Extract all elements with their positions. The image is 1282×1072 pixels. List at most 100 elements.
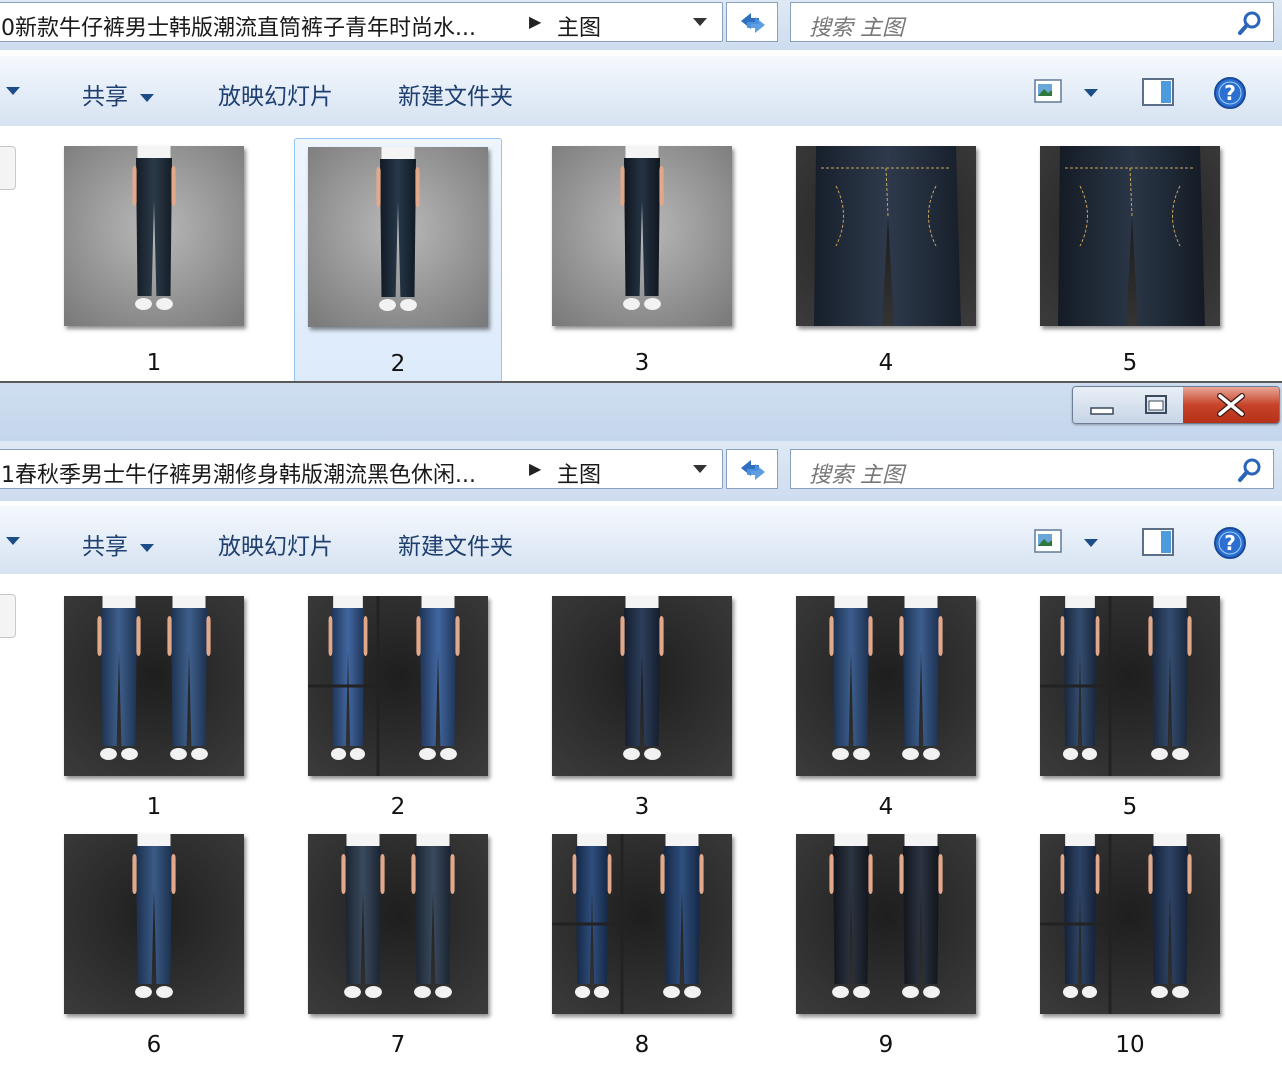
address-bar[interactable]: 0新款牛仔裤男士韩版潮流直筒裤子青年时尚水... ▶ 主图 [0,2,723,42]
refresh-button[interactable] [726,449,778,489]
file-item[interactable]: 5 [1026,588,1234,834]
explorer-window-bottom: 1春秋季男士牛仔裤男潮修身韩版潮流黑色休闲... ▶ 主图 搜索 主图 共享 放… [0,383,1282,1058]
file-list: 1 2 [0,574,1282,1058]
jeans-thumbnail [308,834,488,1014]
search-icon[interactable] [1236,456,1264,484]
chevron-down-icon [140,93,154,102]
file-item[interactable]: 2 [294,138,502,390]
jeans-thumbnail [796,146,976,326]
share-label: 共享 [82,534,128,560]
file-name-label: 2 [390,351,406,377]
file-item[interactable]: 8 [538,826,746,1072]
maximize-button[interactable] [1129,387,1184,423]
close-button[interactable] [1183,387,1279,423]
address-bar[interactable]: 1春秋季男士牛仔裤男潮修身韩版潮流黑色休闲... ▶ 主图 [0,449,723,489]
file-item[interactable]: 10 [1026,826,1234,1072]
chevron-down-icon [140,543,154,552]
jeans-thumbnail [64,834,244,1014]
file-item[interactable]: 9 [782,826,990,1072]
file-name-label: 1 [146,794,162,820]
window-controls [1072,386,1280,424]
file-item[interactable]: 5 [1026,138,1234,390]
file-item[interactable]: 1 [50,588,258,834]
minimize-button[interactable] [1073,387,1130,423]
file-list: 1 2 [0,126,1282,390]
file-item[interactable]: 1 [50,138,258,390]
navigation-pane-edge[interactable] [0,594,16,638]
file-item[interactable]: 6 [50,826,258,1072]
slideshow-button[interactable]: 放映幻灯片 [218,77,333,111]
jeans-thumbnail [308,596,488,776]
search-input[interactable]: 搜索 主图 [790,2,1274,42]
file-name-label: 2 [390,794,406,820]
file-name-label: 3 [634,350,650,376]
navigation-pane-edge[interactable] [0,146,16,190]
file-item[interactable]: 3 [538,138,746,390]
share-label: 共享 [82,84,128,110]
preview-pane-icon[interactable] [1142,78,1174,106]
address-history-dropdown-icon[interactable] [693,18,707,26]
breadcrumb-arrow-icon[interactable]: ▶ [529,12,541,31]
share-menu[interactable]: 共享 [82,77,154,111]
file-name-label: 5 [1122,350,1138,376]
command-bar: 共享 放映幻灯片 新建文件夹 ? [0,55,1282,127]
new-folder-button[interactable]: 新建文件夹 [398,77,513,111]
share-menu[interactable]: 共享 [82,527,154,561]
preview-pane-icon[interactable] [1142,528,1174,556]
view-options-icon[interactable] [1034,78,1062,104]
jeans-thumbnail [552,834,732,1014]
refresh-button[interactable] [726,2,778,42]
address-bar-row: 1春秋季男士牛仔裤男潮修身韩版潮流黑色休闲... ▶ 主图 搜索 主图 [0,441,1282,501]
file-name-label: 6 [146,1032,162,1058]
svg-text:?: ? [1224,531,1236,555]
help-icon[interactable]: ? [1213,526,1247,560]
jeans-thumbnail [1040,834,1220,1014]
jeans-thumbnail [796,834,976,1014]
view-dropdown-icon[interactable] [1084,539,1098,547]
jeans-thumbnail [64,146,244,326]
jeans-thumbnail [1040,146,1220,326]
address-path[interactable]: 0新款牛仔裤男士韩版潮流直筒裤子青年时尚水... [1,10,476,42]
search-input[interactable]: 搜索 主图 [790,449,1274,489]
jeans-thumbnail [308,147,488,327]
file-item[interactable]: 7 [294,826,502,1072]
view-options-icon[interactable] [1034,528,1062,554]
file-name-label: 4 [878,350,894,376]
help-icon[interactable]: ? [1213,76,1247,110]
address-crumb[interactable]: 主图 [557,10,601,42]
search-placeholder: 搜索 主图 [809,463,904,488]
file-item[interactable]: 4 [782,588,990,834]
file-name-label: 9 [878,1032,894,1058]
file-name-label: 1 [146,350,162,376]
svg-text:?: ? [1224,81,1236,105]
file-item[interactable]: 4 [782,138,990,390]
address-history-dropdown-icon[interactable] [693,465,707,473]
title-bar[interactable] [0,383,1282,441]
jeans-thumbnail [64,596,244,776]
file-name-label: 5 [1122,794,1138,820]
jeans-thumbnail [552,596,732,776]
address-crumb[interactable]: 主图 [557,457,601,489]
minimize-icon [1090,407,1114,415]
search-placeholder: 搜索 主图 [809,16,904,41]
organize-dropdown-icon[interactable] [6,87,20,95]
refresh-icon [741,13,765,33]
view-dropdown-icon[interactable] [1084,89,1098,97]
file-name-label: 8 [634,1032,650,1058]
jeans-thumbnail [796,596,976,776]
file-name-label: 10 [1115,1032,1145,1058]
jeans-thumbnail [552,146,732,326]
new-folder-button[interactable]: 新建文件夹 [398,527,513,561]
file-item[interactable]: 3 [538,588,746,834]
close-icon [1217,393,1245,417]
command-bar: 共享 放映幻灯片 新建文件夹 ? [0,505,1282,575]
file-name-label: 4 [878,794,894,820]
file-name-label: 3 [634,794,650,820]
address-path[interactable]: 1春秋季男士牛仔裤男潮修身韩版潮流黑色休闲... [1,457,476,489]
organize-dropdown-icon[interactable] [6,537,20,545]
search-icon[interactable] [1236,9,1264,37]
file-item[interactable]: 2 [294,588,502,834]
slideshow-button[interactable]: 放映幻灯片 [218,527,333,561]
breadcrumb-arrow-icon[interactable]: ▶ [529,459,541,478]
explorer-window-top: 0新款牛仔裤男士韩版潮流直筒裤子青年时尚水... ▶ 主图 搜索 主图 共享 放… [0,0,1282,390]
